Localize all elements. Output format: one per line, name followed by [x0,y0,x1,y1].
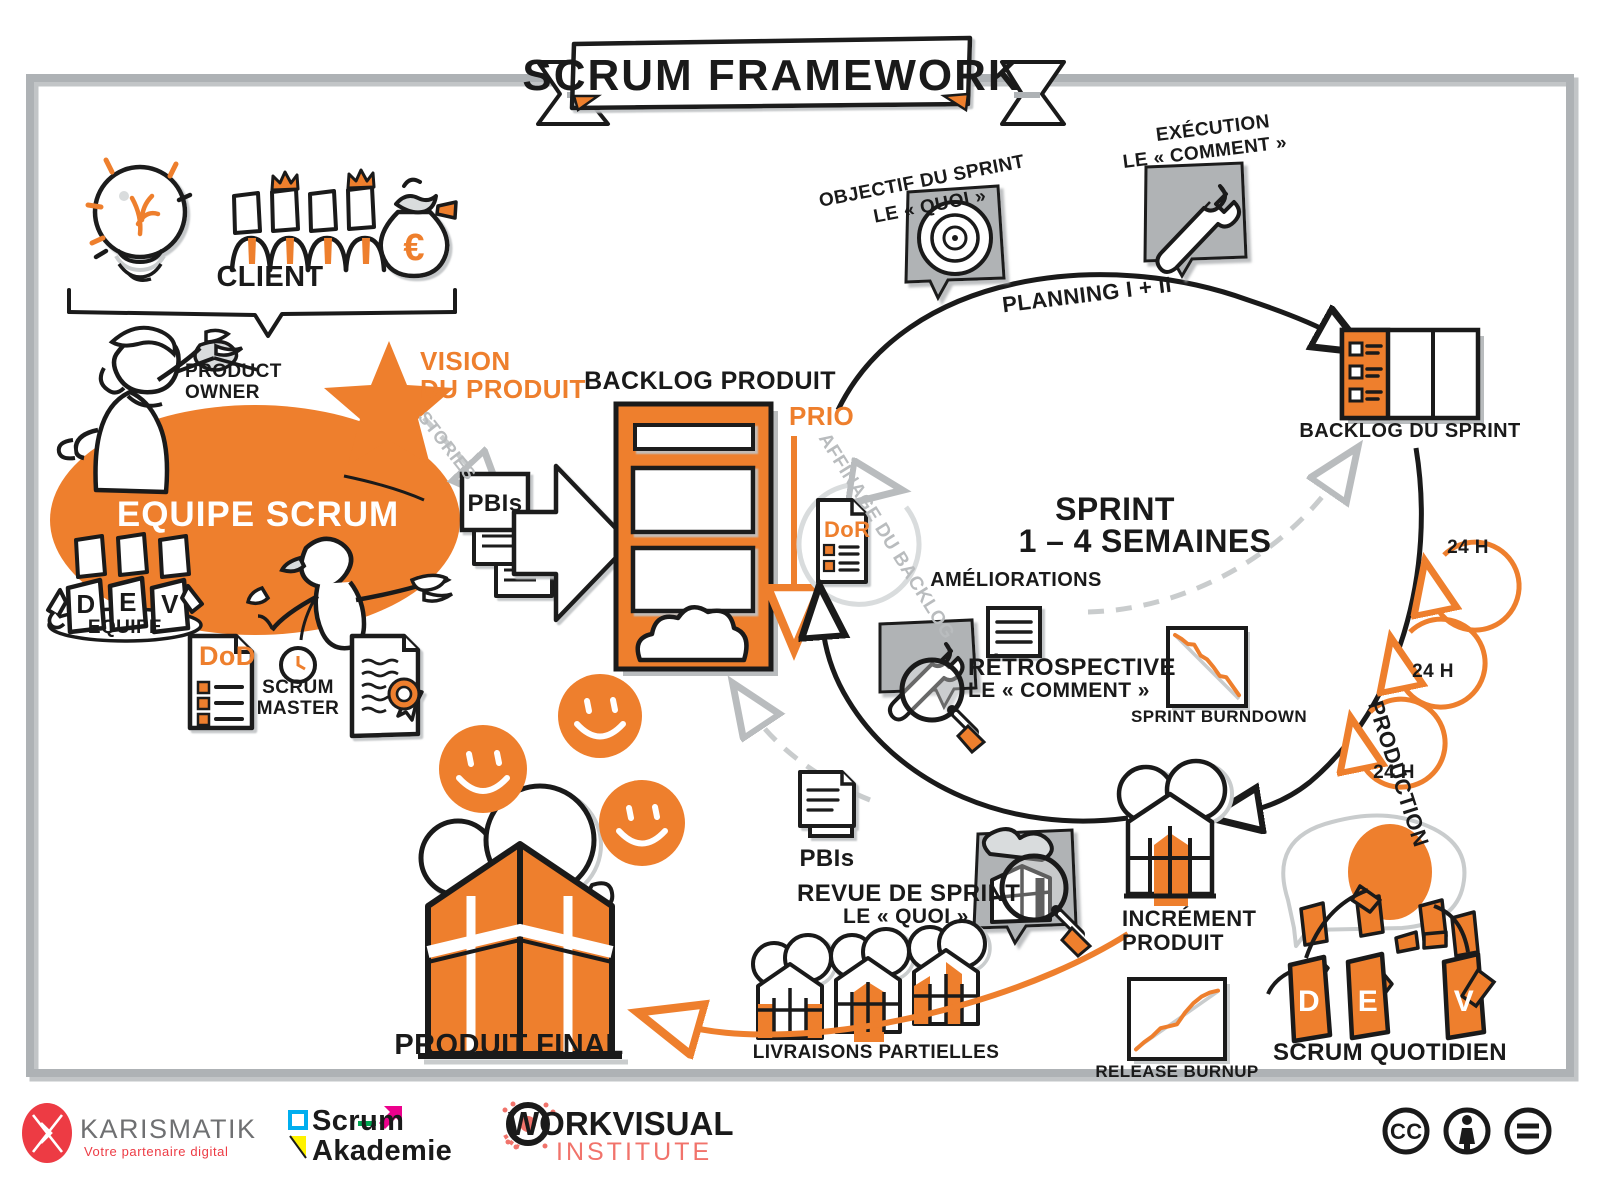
improvements-document [986,606,1042,658]
final-product-icon [418,783,628,1065]
retrospective-subtitle: LE « COMMENT » [968,679,1150,702]
product-increment-icon [1116,758,1234,906]
karismatik-logo-tagline: Votre partenaire digital [84,1144,229,1159]
scrum-master-label: SCRUM MASTER [256,677,340,719]
daily-cycle-label-2: 24 H [1412,661,1454,682]
daily-scrum-label: SCRUM QUOTIDIEN [1273,1039,1507,1066]
product-owner-label: PRODUCT OWNER [185,361,282,403]
lightbulb-idea-icon [85,157,193,282]
release-burnup-label: RELEASE BURNUP [1095,1062,1259,1081]
sprint-duration: 1 – 4 SEMAINES [1018,523,1272,559]
increment-label: INCRÉMENT PRODUIT [1122,906,1257,955]
daily-cycle-label-1: 24 H [1447,537,1489,558]
daily-cycle-label-3: 24 H [1373,762,1415,783]
stakeholders-crowns-icon [229,168,387,273]
client-bracket [67,288,457,338]
pbis-stack-review [798,770,856,838]
daily-dev-letter-v: V [1453,985,1475,1018]
sprint-review-subtitle: LE « QUOI » [843,905,969,928]
cc-badge-label: CC [1390,1119,1423,1144]
svg-text:€: € [403,227,424,269]
sprint-burndown-label: SPRINT BURNDOWN [1131,707,1307,726]
product-vision-label: VISION DU PRODUIT [420,346,586,405]
karismatik-logo-title: KARISMATIK [80,1114,257,1144]
sprint-backlog-label: BACKLOG DU SPRINT [1299,420,1521,442]
dev-letter-v: V [161,589,179,619]
product-backlog-title: BACKLOG PRODUIT [584,367,836,395]
release-burnup-chart [1127,977,1230,1064]
scrum-framework-poster: € SCRUM FRAMEWORK CLIENT PRODUCT OWNER S… [0,0,1600,1200]
team-charter-document [349,633,424,739]
daily-dev-letter-d: D [1297,985,1321,1018]
dev-team-label: EQUIPE [87,617,163,638]
dev-letter-d: D [76,589,96,619]
sprint-review-title: REVUE DE SPRINT [797,880,1021,907]
diagram-canvas: € [22,35,1579,1163]
improvements-label: AMÉLIORATIONS [930,569,1102,591]
pbis-label-left: PBIs [467,490,523,517]
partial-deliveries-label: LIVRAISONS PARTIELLES [752,1042,1000,1063]
sprint-title: SPRINT [1055,491,1175,527]
pointing-hand [409,573,449,593]
sprint-burndown-chart [1166,626,1250,710]
product-backlog-board [613,401,778,676]
dod-label: DoD [199,641,256,671]
banner-title: SCRUM FRAMEWORK [522,51,1022,100]
scrum-team-label: EQUIPE SCRUM [116,495,400,534]
dev-letter-e: E [119,587,137,617]
sprint-backlog-board [1339,327,1484,424]
prio-label: PRIO [789,401,855,431]
execution-wrench-icon [1143,161,1248,280]
daily-dev-letter-e: E [1357,985,1379,1018]
client-label: CLIENT [216,261,324,293]
scrum-akademie-line2: Akademie [312,1135,453,1167]
money-bag-euro-icon: € [378,177,458,279]
scrum-akademie-line1: Scrum [312,1105,405,1137]
karismatik-logo-mark [22,1103,72,1163]
pbis-label-review: PBIs [799,845,855,872]
workvisual-line2: INSTITUTE [556,1138,713,1166]
workvisual-line1: WORKVISUAL [508,1105,734,1142]
final-product-label: PRODUIT FINAL [394,1029,624,1061]
retrospective-title: RÉTROSPECTIVE [968,654,1176,681]
